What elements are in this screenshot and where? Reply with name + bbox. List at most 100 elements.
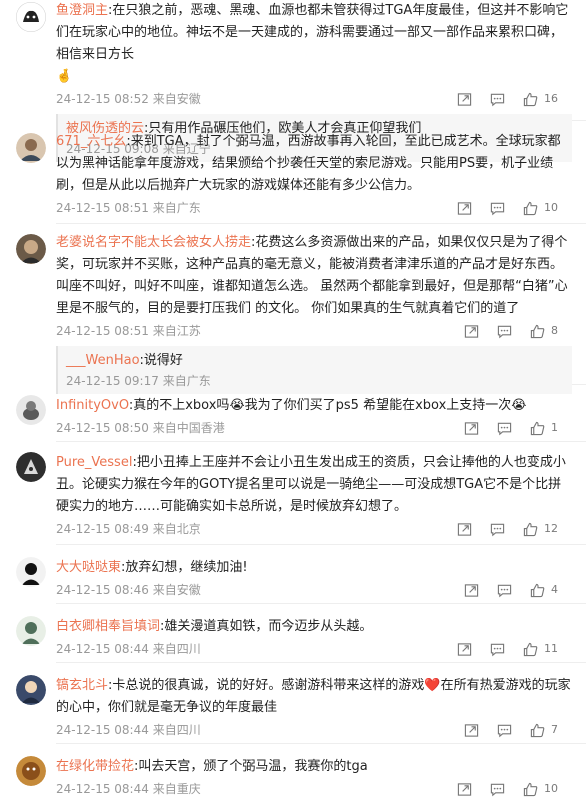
avatar[interactable]: [16, 2, 46, 32]
like-count: 10: [544, 201, 558, 214]
reply-button[interactable]: [490, 92, 505, 107]
share-button[interactable]: [457, 642, 472, 657]
comment-item: 白衣卿相奉旨填词:雄关漫道真如铁，而今迈步从头越。 24-12-15 08:44…: [0, 604, 586, 662]
avatar[interactable]: [16, 395, 46, 425]
comment-icon: [490, 202, 505, 215]
thumbs-up-icon: [523, 782, 538, 796]
comment-time: 24-12-15 08:44: [56, 642, 149, 656]
like-button[interactable]: 1: [530, 417, 558, 439]
comment-body: 叫去天宫，颁了个弼马温，我赛你的tga: [138, 759, 368, 774]
avatar[interactable]: [16, 133, 46, 163]
comment-username[interactable]: 白衣卿相奉旨填词: [56, 619, 160, 634]
comment-username[interactable]: Pure_Vessel: [56, 455, 132, 470]
comment-location: 来自安徽: [152, 583, 201, 597]
avatar[interactable]: [16, 557, 46, 587]
reply-button[interactable]: [497, 421, 512, 436]
comment-text: 在绿化带捡花:叫去天宫，颁了个弼马温，我赛你的tga: [56, 759, 368, 774]
comment-username[interactable]: InfinityOvO: [56, 398, 129, 413]
reply-button[interactable]: [490, 782, 505, 797]
share-icon: [464, 324, 479, 338]
comment-actions: 10: [439, 778, 558, 800]
comment-username[interactable]: 在绿化带捡花: [56, 759, 134, 774]
comment-time: 24-12-15 08:46: [56, 583, 149, 597]
comment-meta: 24-12-15 08:50 来自中国香港 1: [56, 417, 572, 439]
avatar-image: [16, 452, 46, 482]
thumbs-up-icon: [523, 522, 538, 536]
comment-meta: 24-12-15 08:49 来自北京 12: [56, 518, 572, 540]
comment-text: 老婆说名字不能太长会被女人捞走:花费这么多资源做出来的产品，如果仅仅只是为了得个…: [56, 235, 568, 316]
reply-button[interactable]: [490, 522, 505, 537]
comment-username[interactable]: 镐玄北斗: [56, 678, 108, 693]
comment-location: 来自江苏: [152, 324, 201, 338]
thumbs-up-icon: [530, 723, 545, 737]
reply-button[interactable]: [490, 201, 505, 216]
reply-button[interactable]: [497, 324, 512, 339]
share-button[interactable]: [457, 201, 472, 216]
thumbs-up-icon: [530, 583, 545, 597]
comment-username[interactable]: 671_六七幺: [56, 134, 126, 149]
avatar-image: [16, 756, 46, 786]
share-icon: [457, 782, 472, 796]
like-button[interactable]: 10: [523, 778, 558, 800]
like-button[interactable]: 16: [523, 88, 558, 110]
comment-actions: 1: [446, 417, 558, 439]
share-button[interactable]: [464, 324, 479, 339]
reply-button[interactable]: [490, 642, 505, 657]
share-button[interactable]: [457, 92, 472, 107]
comment-actions: 16: [439, 88, 558, 110]
share-button[interactable]: [457, 522, 472, 537]
thumbs-up-icon: [523, 642, 538, 656]
comment-actions: 11: [439, 638, 558, 660]
comment-body-cont: 我为了你们买了ps5 希望能在xbox上支持一次: [244, 398, 512, 413]
like-count: 1: [551, 421, 558, 434]
comment-icon: [490, 783, 505, 796]
comment-actions: 12: [439, 518, 558, 540]
comment-text: 671_六七幺:来到TGA，封了个弼马温，西游故事再入轮回，至此已成艺术。全球玩…: [56, 134, 561, 193]
comment-icon: [497, 724, 512, 737]
like-button[interactable]: 8: [530, 320, 558, 342]
thumbs-up-icon: [523, 201, 538, 215]
reply-button[interactable]: [497, 583, 512, 598]
comment-icon: [497, 422, 512, 435]
avatar-image: [16, 557, 46, 587]
comment-time: 24-12-15 08:50: [56, 421, 149, 435]
reply-username[interactable]: ___WenHao: [66, 353, 140, 368]
avatar[interactable]: [16, 675, 46, 705]
comment-meta: 24-12-15 08:46 来自安徽 4: [56, 579, 572, 601]
like-button[interactable]: 11: [523, 638, 558, 660]
share-button[interactable]: [464, 583, 479, 598]
comment-icon: [490, 643, 505, 656]
comment-body: 在只狼之前，恶魂、黑魂、血源也都未管获得过TGA年度最佳，但这并不影响它们在玩家…: [56, 3, 569, 62]
comment-time: 24-12-15 08:51: [56, 324, 149, 338]
comment-username[interactable]: 老婆说名字不能太长会被女人捞走: [56, 235, 251, 250]
comment-item: 671_六七幺:来到TGA，封了个弼马温，西游故事再入轮回，至此已成艺术。全球玩…: [0, 121, 586, 223]
like-button[interactable]: 7: [530, 719, 558, 741]
like-button[interactable]: 4: [530, 579, 558, 601]
comment-body: 放弃幻想，继续加油!: [125, 560, 248, 575]
share-button[interactable]: [464, 421, 479, 436]
share-button[interactable]: [457, 782, 472, 797]
comment-username[interactable]: 鱼澄洞主: [56, 3, 108, 18]
comment-meta: 24-12-15 08:44 来自重庆 10: [56, 778, 572, 800]
comment-text: Pure_Vessel:把小丑捧上王座并不会让小丑生发出成王的资质，只会让捧他的…: [56, 455, 566, 514]
like-button[interactable]: 10: [523, 197, 558, 219]
like-button[interactable]: 12: [523, 518, 558, 540]
share-button[interactable]: [464, 723, 479, 738]
comment-body: 把小丑捧上王座并不会让小丑生发出成王的资质，只会让捧他的人也变成小丑。论硬实力猴…: [56, 455, 566, 514]
reply-button[interactable]: [497, 723, 512, 738]
comment-body: 雄关漫道真如铁，而今迈步从头越。: [164, 619, 373, 634]
comment-time: 24-12-15 08:44: [56, 723, 149, 737]
share-icon: [457, 92, 472, 106]
comment-username[interactable]: 大大哒哒東: [56, 560, 121, 575]
avatar[interactable]: [16, 452, 46, 482]
comment-icon: [497, 584, 512, 597]
comment-icon: [490, 523, 505, 536]
comment-meta: 24-12-15 08:44 来自四川 7: [56, 719, 572, 741]
avatar[interactable]: [16, 616, 46, 646]
comment-item: 在绿化带捡花:叫去天宫，颁了个弼马温，我赛你的tga 24-12-15 08:4…: [0, 744, 586, 802]
avatar[interactable]: [16, 756, 46, 786]
emoji-icon: 🤞: [56, 69, 73, 84]
comment-body: 卡总说的很真诚，说的好好。感谢游科带来这样的游戏: [112, 678, 425, 693]
avatar[interactable]: [16, 234, 46, 264]
comment-icon: [490, 93, 505, 106]
